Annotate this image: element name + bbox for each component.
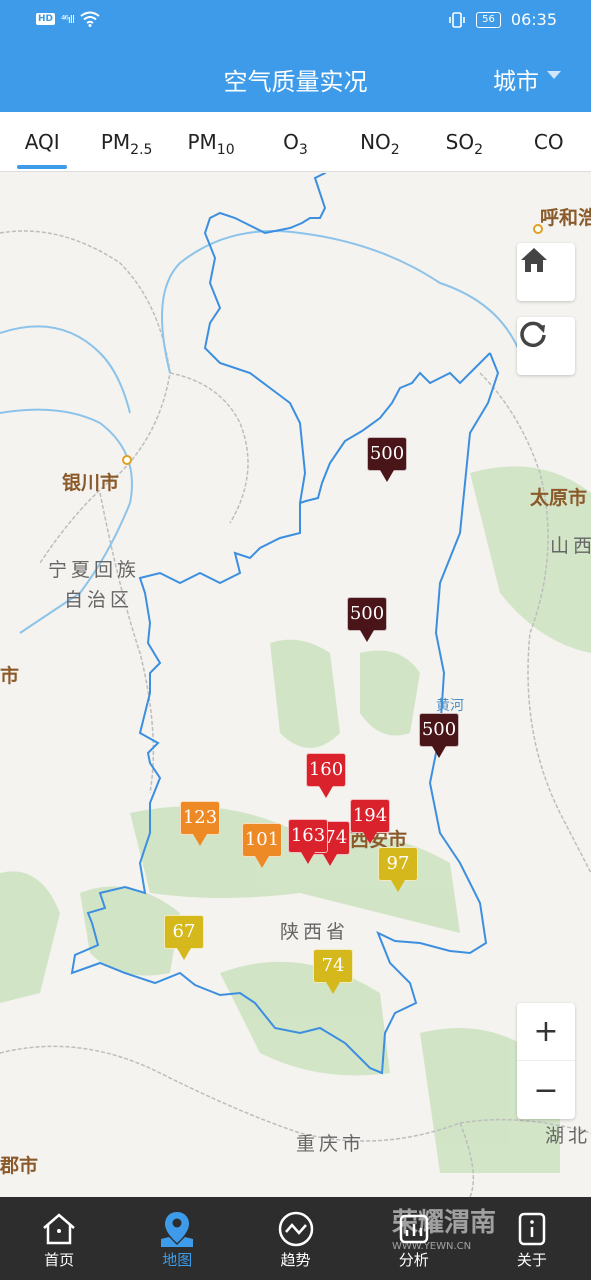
place-ningxia-line1: 宁夏回族 [48, 559, 141, 581]
watermark: 荣耀渭南 WWW.YEWN.CN [392, 1202, 496, 1252]
place-left-city: 市 [0, 665, 20, 687]
nav-trend[interactable]: 趋势 [236, 1197, 354, 1280]
city-label: 城市 [493, 69, 539, 95]
trend-icon [278, 1211, 313, 1247]
tab-label: CO [533, 130, 564, 154]
tab-subscript: 2 [390, 142, 400, 158]
tab-no2[interactable]: NO2 [338, 112, 422, 171]
home-icon [521, 248, 547, 272]
nav-label: 地图 [162, 1251, 193, 1269]
tab-pm10[interactable]: PM10 [169, 112, 253, 171]
place-shanxi: 山西 [550, 535, 591, 557]
place-ningxia-line2: 自治区 [64, 589, 134, 611]
tab-label: AQI [24, 130, 60, 154]
nav-label: 首页 [44, 1251, 75, 1269]
aqi-marker[interactable]: 123 [180, 801, 220, 835]
home-button[interactable] [517, 243, 575, 301]
hd-badge: HD [36, 13, 56, 25]
city-dot-huhehaote [533, 224, 543, 234]
place-shaanxi: 陕西省 [280, 921, 350, 943]
status-bar: HD ⁴⁶ıll 56 06:35 [0, 0, 591, 40]
bottom-nav: 首页 地图 趋势 分析 关于 [0, 1197, 591, 1280]
refresh-icon [520, 321, 546, 348]
tab-co[interactable]: CO [507, 112, 591, 171]
tab-subscript: 2.5 [130, 142, 153, 158]
clock: 06:35 [510, 10, 557, 29]
tab-label: PM [100, 130, 131, 154]
tab-label: PM [187, 130, 217, 154]
tab-aqi[interactable]: AQI [0, 112, 84, 171]
nav-map[interactable]: 地图 [118, 1197, 236, 1280]
map-view[interactable]: 银川市 宁夏回族 自治区 太原市 山西 呼和浩 黄河 西安市 陕西省 重庆市 湖… [0, 173, 591, 1197]
pollutant-tabs: AQI PM2.5 PM10 O3 NO2 SO2 CO [0, 112, 591, 172]
tab-subscript: 10 [216, 142, 235, 158]
tab-subscript: 3 [298, 142, 308, 158]
refresh-button[interactable] [517, 317, 575, 375]
aqi-marker[interactable]: 101 [242, 823, 282, 857]
aqi-marker[interactable]: 194 [350, 799, 390, 833]
signal-icon: ⁴⁶ıll [61, 12, 75, 26]
map-basemap [0, 173, 591, 1197]
tab-label: SO [445, 130, 475, 154]
vibrate-icon [449, 11, 465, 28]
place-left-bottom: 郡市 [0, 1155, 39, 1177]
place-taiyuan: 太原市 [530, 487, 588, 509]
tab-subscript: 2 [474, 142, 483, 158]
nav-home[interactable]: 首页 [0, 1197, 118, 1280]
aqi-marker[interactable]: 163 [288, 819, 328, 853]
info-icon [518, 1212, 546, 1246]
aqi-marker[interactable]: 160 [306, 753, 346, 787]
place-hubei: 湖北 [545, 1125, 591, 1147]
aqi-marker[interactable]: 67 [164, 915, 204, 949]
tab-o3[interactable]: O3 [253, 112, 337, 171]
map-pin-icon [161, 1212, 194, 1247]
aqi-marker[interactable]: 74 [313, 949, 353, 983]
zoom-out-button[interactable]: − [517, 1061, 575, 1119]
zoom-control: + − [517, 1003, 575, 1119]
place-huhehaote: 呼和浩 [540, 207, 591, 229]
city-selector[interactable]: 城市 [493, 62, 561, 96]
tab-so2[interactable]: SO2 [422, 112, 506, 171]
zoom-in-button[interactable]: + [517, 1003, 575, 1061]
wifi-icon [80, 11, 100, 27]
aqi-marker[interactable]: 500 [347, 597, 387, 631]
tab-label: O [283, 130, 299, 154]
watermark-text: 荣耀渭南 [392, 1208, 497, 1238]
city-dot-yinchuan [122, 455, 132, 465]
place-chongqing: 重庆市 [296, 1133, 366, 1155]
caret-down-icon [547, 71, 561, 79]
nav-label: 趋势 [280, 1251, 311, 1269]
place-yellow-river: 黄河 [436, 698, 464, 714]
aqi-marker[interactable]: 97 [378, 847, 418, 881]
app-header: 空气质量实况 城市 [0, 40, 591, 112]
tab-label: NO [360, 130, 391, 154]
aqi-marker[interactable]: 500 [367, 437, 407, 471]
place-yinchuan: 银川市 [62, 472, 120, 494]
home-outline-icon [43, 1213, 75, 1245]
watermark-url: WWW.YEWN.CN [392, 1241, 472, 1252]
battery-indicator: 56 [476, 11, 501, 28]
nav-label: 关于 [516, 1251, 547, 1269]
nav-label: 分析 [398, 1251, 429, 1269]
aqi-marker[interactable]: 500 [419, 713, 459, 747]
tab-pm25[interactable]: PM2.5 [84, 112, 168, 171]
